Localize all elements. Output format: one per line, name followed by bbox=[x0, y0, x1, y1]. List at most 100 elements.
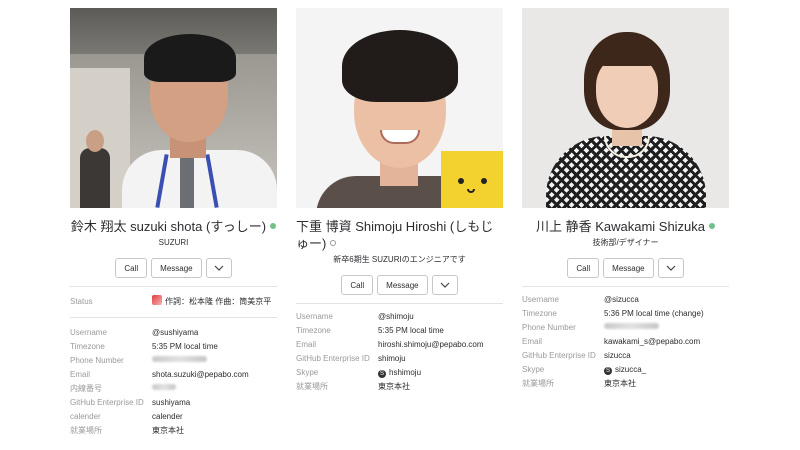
field-row: Timezone 5:36 PM local time (change) bbox=[522, 307, 729, 321]
field-label: calender bbox=[70, 412, 101, 421]
smiley-sticker-icon bbox=[441, 151, 503, 208]
field-label: Email bbox=[296, 340, 317, 349]
field-label: GitHub Enterprise ID bbox=[522, 351, 596, 360]
field-label: Email bbox=[522, 337, 543, 346]
extension-value bbox=[152, 382, 176, 396]
field-row: Skype Ssizucca_ bbox=[522, 363, 729, 377]
github-value: shimoju bbox=[378, 354, 406, 363]
field-row: GitHub Enterprise ID sushiyama bbox=[70, 396, 277, 410]
field-label: 就業場所 bbox=[296, 382, 328, 391]
field-row: Username @sushiyama bbox=[70, 326, 277, 340]
presence-away-icon bbox=[330, 240, 337, 246]
field-row: Phone Number bbox=[70, 354, 277, 368]
profile-actions: Call Message bbox=[522, 258, 729, 278]
message-button[interactable]: Message bbox=[151, 258, 202, 278]
skype-value[interactable]: Ssizucca_ bbox=[604, 363, 646, 377]
field-label: Timezone bbox=[522, 309, 557, 318]
calender-value: calender bbox=[152, 412, 183, 421]
email-value[interactable]: kawakami_s@pepabo.com bbox=[604, 335, 700, 349]
skype-icon: S bbox=[604, 367, 612, 375]
status-value: 作詞：松本隆 作曲：筒美京平 bbox=[152, 295, 271, 309]
field-label: Skype bbox=[296, 368, 319, 377]
field-row: Timezone 5:35 PM local time bbox=[296, 324, 503, 338]
field-label: Phone Number bbox=[70, 356, 124, 365]
profile-card-kawakami: 川上 静香 Kawakami Shizuka 技術部/デザイナー Call Me… bbox=[522, 8, 729, 391]
phone-value bbox=[152, 354, 207, 368]
redacted-value bbox=[152, 384, 176, 390]
field-label: 就業場所 bbox=[522, 379, 554, 388]
field-row: GitHub Enterprise ID sizucca bbox=[522, 349, 729, 363]
username-value[interactable]: @sizucca bbox=[604, 293, 639, 307]
more-actions-button[interactable] bbox=[657, 258, 684, 278]
skype-icon: S bbox=[378, 370, 386, 378]
field-label: Status bbox=[70, 297, 93, 306]
field-row: Email kawakami_s@pepabo.com bbox=[522, 335, 729, 349]
profile-photo bbox=[70, 8, 277, 208]
profile-fields: Username @sizucca Timezone 5:36 PM local t… bbox=[522, 286, 729, 391]
workplace-value: 東京本社 bbox=[152, 426, 184, 435]
profile-card-suzuki: 鈴木 翔太 suzuki shota (すっしー) SUZURI Call Me… bbox=[70, 8, 277, 438]
field-row: 就業場所 東京本社 bbox=[70, 424, 277, 438]
workplace-value: 東京本社 bbox=[604, 379, 636, 388]
field-label: GitHub Enterprise ID bbox=[296, 354, 370, 363]
email-value[interactable]: hiroshi.shimoju@pepabo.com bbox=[378, 338, 484, 352]
profile-name-row: 川上 静香 Kawakami Shizuka bbox=[522, 218, 729, 235]
profile-name-row: 鈴木 翔太 suzuki shota (すっしー) bbox=[70, 218, 277, 235]
message-button[interactable]: Message bbox=[603, 258, 654, 278]
field-label: Email bbox=[70, 370, 91, 379]
field-label: 内線番号 bbox=[70, 384, 102, 393]
timezone-value[interactable]: 5:36 PM local time (change) bbox=[604, 307, 704, 321]
status-section: Status 作詞：松本隆 作曲：筒美京平 bbox=[70, 286, 277, 309]
field-label: Username bbox=[296, 312, 333, 321]
profile-fields: Username @shimoju Timezone 5:35 PM local t… bbox=[296, 303, 503, 394]
redacted-value bbox=[152, 356, 207, 362]
more-actions-button[interactable] bbox=[205, 258, 232, 278]
field-row: Username @sizucca bbox=[522, 293, 729, 307]
call-button[interactable]: Call bbox=[115, 258, 148, 278]
profile-card-shimoju: 下重 博資 Shimoju Hiroshi (しもじゅー) 新卒6期生 SUZU… bbox=[296, 8, 503, 394]
redacted-value bbox=[604, 323, 659, 329]
profile-photo bbox=[296, 8, 503, 208]
field-row: 就業場所 東京本社 bbox=[296, 380, 503, 394]
more-actions-button[interactable] bbox=[431, 275, 458, 295]
profile-actions: Call Message bbox=[296, 275, 503, 295]
field-row: Phone Number bbox=[522, 321, 729, 335]
username-value[interactable]: @shimoju bbox=[378, 310, 414, 324]
field-row: 内線番号 bbox=[70, 382, 277, 396]
field-label: Username bbox=[522, 295, 559, 304]
skype-value[interactable]: Shshimoju bbox=[378, 366, 421, 380]
field-label: Timezone bbox=[70, 342, 105, 351]
call-button[interactable]: Call bbox=[341, 275, 374, 295]
profile-fields: Username @sushiyama Timezone 5:35 PM local… bbox=[70, 326, 277, 438]
email-value[interactable]: shota.suzuki@pepabo.com bbox=[152, 368, 249, 382]
timezone-value: 5:35 PM local time bbox=[152, 342, 218, 351]
field-row: GitHub Enterprise ID shimoju bbox=[296, 352, 503, 366]
chevron-down-icon bbox=[440, 282, 450, 288]
timezone-value: 5:35 PM local time bbox=[378, 326, 444, 335]
github-value: sushiyama bbox=[152, 398, 191, 407]
field-label: Phone Number bbox=[522, 323, 576, 332]
profile-actions: Call Message bbox=[70, 258, 277, 278]
presence-active-icon bbox=[709, 223, 716, 229]
github-value: sizucca bbox=[604, 351, 631, 360]
profile-photo bbox=[522, 8, 729, 208]
field-label: Username bbox=[70, 328, 107, 337]
field-row: Timezone 5:35 PM local time bbox=[70, 340, 277, 354]
phone-value bbox=[604, 321, 659, 335]
field-row: Email hiroshi.shimoju@pepabo.com bbox=[296, 338, 503, 352]
chevron-down-icon bbox=[214, 265, 224, 271]
field-row: Email shota.suzuki@pepabo.com bbox=[70, 368, 277, 382]
field-label: Timezone bbox=[296, 326, 331, 335]
presence-active-icon bbox=[270, 223, 277, 229]
profile-title: 新卒6期生 SUZURIのエンジニアです bbox=[333, 255, 466, 264]
username-value[interactable]: @sushiyama bbox=[152, 326, 198, 340]
field-label: Skype bbox=[522, 365, 545, 374]
field-label: GitHub Enterprise ID bbox=[70, 398, 144, 407]
profile-title: SUZURI bbox=[158, 238, 189, 247]
message-button[interactable]: Message bbox=[377, 275, 428, 295]
call-button[interactable]: Call bbox=[567, 258, 600, 278]
status-emoji-icon bbox=[152, 295, 162, 305]
field-row: Skype Shshimoju bbox=[296, 366, 503, 380]
profile-name: 鈴木 翔太 suzuki shota (すっしー) bbox=[70, 219, 267, 234]
profile-name: 下重 博資 Shimoju Hiroshi (しもじゅー) bbox=[296, 219, 494, 251]
